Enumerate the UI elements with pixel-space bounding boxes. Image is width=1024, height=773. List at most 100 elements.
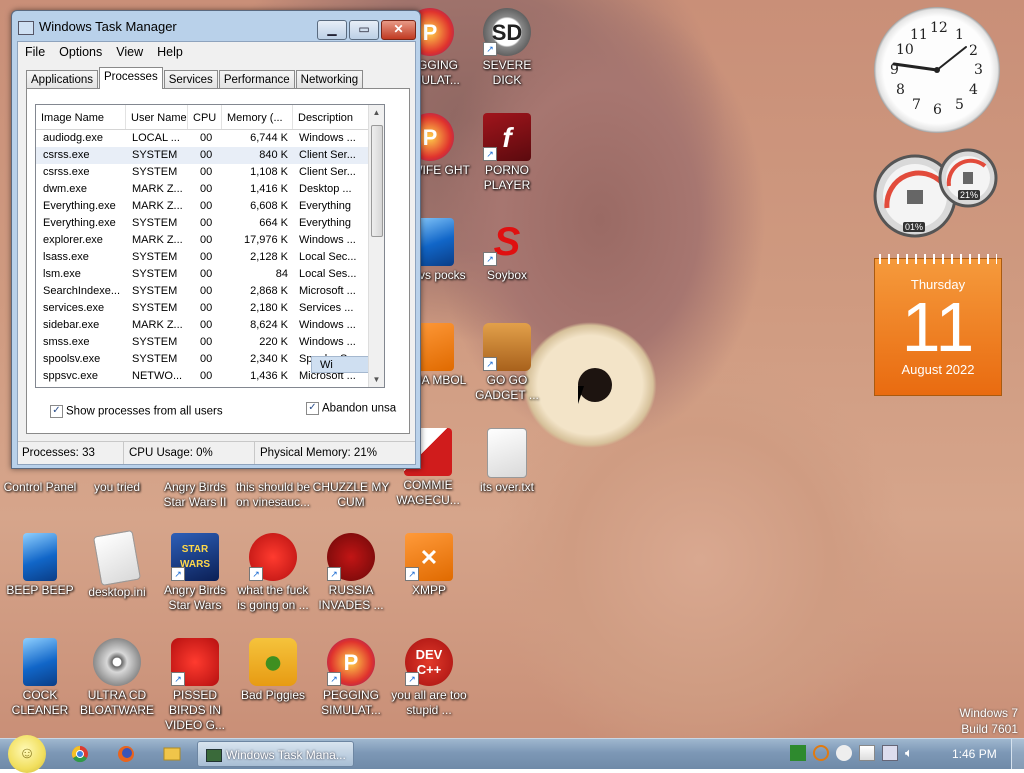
clock-gadget[interactable]: 12 1 2 3 4 5 6 7 8 9 10 11 — [874, 7, 1000, 133]
table-row[interactable]: dwm.exe MARK Z... 00 1,416 K Desktop ... — [36, 181, 369, 198]
cpu-meter-gadget[interactable]: 01% 21% — [873, 148, 1001, 240]
maximize-button[interactable]: ▭ — [349, 20, 379, 40]
tab-networking[interactable]: Networking — [295, 70, 364, 89]
desktop-icon[interactable]: its over.txt — [467, 428, 547, 495]
table-row[interactable]: Everything.exe SYSTEM 00 664 K Everything — [36, 215, 369, 232]
start-button[interactable]: ☺ — [8, 735, 46, 773]
desktop-icon[interactable]: S ↗ Soybox — [467, 218, 547, 283]
desktop-icon[interactable]: desktop.ini — [77, 529, 157, 600]
scroll-up-arrow[interactable]: ▲ — [369, 105, 384, 120]
abandon-checkbox[interactable]: ✓ Abandon unsa — [306, 402, 396, 415]
cell-image-name: lsass.exe — [43, 251, 89, 263]
desktop-icon[interactable]: ✕ ↗ XMPP — [389, 533, 469, 598]
vertical-scrollbar[interactable]: ▲ ▼ — [368, 105, 384, 387]
tab-performance[interactable]: Performance — [218, 70, 295, 89]
action-center-flag-icon[interactable] — [859, 745, 875, 761]
cell-image-name: Everything.exe — [43, 217, 116, 229]
table-row[interactable]: lsass.exe SYSTEM 00 2,128 K Local Sec... — [36, 249, 369, 266]
table-row[interactable]: csrss.exe SYSTEM 00 1,108 K Client Ser... — [36, 164, 369, 181]
calendar-gadget[interactable]: Thursday 11 August 2022 — [874, 254, 1002, 396]
network-icon[interactable] — [882, 745, 898, 761]
menu-options[interactable]: Options — [52, 45, 109, 59]
table-row[interactable]: SearchIndexe... SYSTEM 00 2,868 K Microsoft … — [36, 283, 369, 300]
desktop-icon[interactable]: ↗ what the fuck is going on ... — [233, 533, 313, 613]
cell-user-name: SYSTEM — [132, 149, 178, 161]
table-row[interactable]: explorer.exe MARK Z... 00 17,976 K Windows .… — [36, 232, 369, 249]
checkbox-checked-icon: ✓ — [50, 405, 63, 418]
cd-icon — [93, 638, 141, 686]
desktop-icon[interactable]: DEV C++ ↗ you all are too stupid ... — [389, 638, 469, 718]
tray-smiley-icon[interactable] — [836, 745, 852, 761]
table-row[interactable]: Everything.exe MARK Z... 00 6,608 K Everythi… — [36, 198, 369, 215]
cell-memory: 664 K — [259, 217, 288, 229]
cell-image-name: spoolsv.exe — [43, 353, 101, 365]
taskbar-task-manager[interactable]: Windows Task Mana... — [197, 741, 354, 767]
column-image-name[interactable]: Image Name — [36, 105, 126, 129]
desktop-icon[interactable]: BEEP BEEP — [0, 533, 80, 598]
status-bar: Processes: 33 CPU Usage: 0% Physical Mem… — [18, 441, 415, 464]
desktop-icon[interactable]: SD ↗ SEVERE DICK — [467, 8, 547, 88]
cell-cpu: 00 — [200, 302, 213, 314]
menu-bar: File Options View Help — [18, 42, 415, 62]
explorer-folder-icon[interactable] — [152, 741, 192, 767]
cell-description: Windows ... — [299, 336, 356, 348]
cell-cpu: 00 — [200, 268, 213, 280]
calendar-month: August 2022 — [901, 362, 975, 377]
meter-dials — [873, 148, 998, 238]
desktop-icon[interactable]: ↗ RUSSIA INVADES ... — [311, 533, 391, 613]
firefox-icon[interactable] — [106, 741, 146, 767]
column-memory[interactable]: Memory (... — [222, 105, 293, 129]
menu-file[interactable]: File — [18, 45, 52, 59]
minimize-button[interactable]: ▁ — [317, 20, 347, 40]
cell-user-name: SYSTEM — [132, 353, 178, 365]
scroll-down-arrow[interactable]: ▼ — [369, 372, 384, 387]
cell-user-name: MARK Z... — [132, 319, 183, 331]
desktop-icon[interactable]: ULTRA CD BLOATWARE — [77, 638, 157, 718]
show-all-processes-checkbox[interactable]: ✓ Show processes from all users — [50, 405, 223, 418]
table-row[interactable]: smss.exe SYSTEM 00 220 K Windows ... — [36, 334, 369, 351]
desktop-icon[interactable]: COCK CLEANER — [0, 638, 80, 718]
table-row[interactable]: csrss.exe SYSTEM 00 840 K Client Ser... — [36, 147, 369, 164]
cell-user-name: LOCAL ... — [132, 132, 180, 144]
table-row[interactable]: lsm.exe SYSTEM 00 84 Local Ses... — [36, 266, 369, 283]
beep-icon — [23, 533, 57, 581]
column-description[interactable]: Description — [293, 105, 369, 129]
column-user-name[interactable]: User Name — [126, 105, 188, 129]
cell-user-name: SYSTEM — [132, 217, 178, 229]
menu-help[interactable]: Help — [150, 45, 190, 59]
tab-applications[interactable]: Applications — [26, 70, 99, 89]
tab-processes[interactable]: Processes — [99, 67, 163, 89]
tooltip-fragment: Wi — [311, 356, 371, 373]
chrome-icon[interactable] — [60, 741, 100, 767]
tray-search-icon[interactable] — [813, 745, 829, 761]
menu-view[interactable]: View — [109, 45, 150, 59]
desktop-icon[interactable]: ↗ GO GO GADGET ... — [467, 323, 547, 403]
desktop-icon[interactable]: STAR WARS ↗ Angry Birds Star Wars — [155, 533, 235, 613]
desktop-icon[interactable]: f ↗ PORNO PLAYER — [467, 113, 547, 193]
desktop-icon[interactable]: ● Bad Piggies — [233, 638, 313, 703]
task-manager-window[interactable]: Windows Task Manager ▁ ▭ ✕ File Options Vi… — [11, 10, 421, 469]
cleaner-icon — [23, 638, 57, 686]
bad-piggies-icon: ● — [249, 638, 297, 686]
table-row[interactable]: sidebar.exe MARK Z... 00 8,624 K Windows ... — [36, 317, 369, 334]
process-list[interactable]: Image Name User Name CPU Memory (... Des… — [35, 104, 385, 388]
desktop-icon[interactable]: P ↗ PEGGING SIMULAT... — [311, 638, 391, 718]
ini-file-icon — [92, 529, 142, 587]
cell-image-name: csrss.exe — [43, 166, 90, 178]
desktop-icon[interactable]: ↗ PISSED BIRDS IN VIDEO G... — [155, 638, 235, 733]
tab-services[interactable]: Services — [163, 70, 218, 89]
show-desktop-button[interactable] — [1011, 739, 1024, 769]
cell-cpu: 00 — [200, 370, 213, 382]
column-cpu[interactable]: CPU — [188, 105, 222, 129]
cell-user-name: SYSTEM — [132, 166, 178, 178]
cell-cpu: 00 — [200, 251, 213, 263]
close-button[interactable]: ✕ — [381, 20, 416, 40]
volume-icon[interactable]: 🔈︎ — [905, 745, 921, 761]
calendar-rings — [879, 254, 997, 264]
table-row[interactable]: audiodg.exe LOCAL ... 00 6,744 K Windows ... — [36, 130, 369, 147]
scroll-thumb[interactable] — [371, 125, 383, 237]
table-row[interactable]: services.exe SYSTEM 00 2,180 K Services ... — [36, 300, 369, 317]
cell-memory: 2,180 K — [250, 302, 288, 314]
clock-time[interactable]: 1:46 PM — [952, 739, 997, 769]
tray-monitor-icon[interactable] — [790, 745, 806, 761]
